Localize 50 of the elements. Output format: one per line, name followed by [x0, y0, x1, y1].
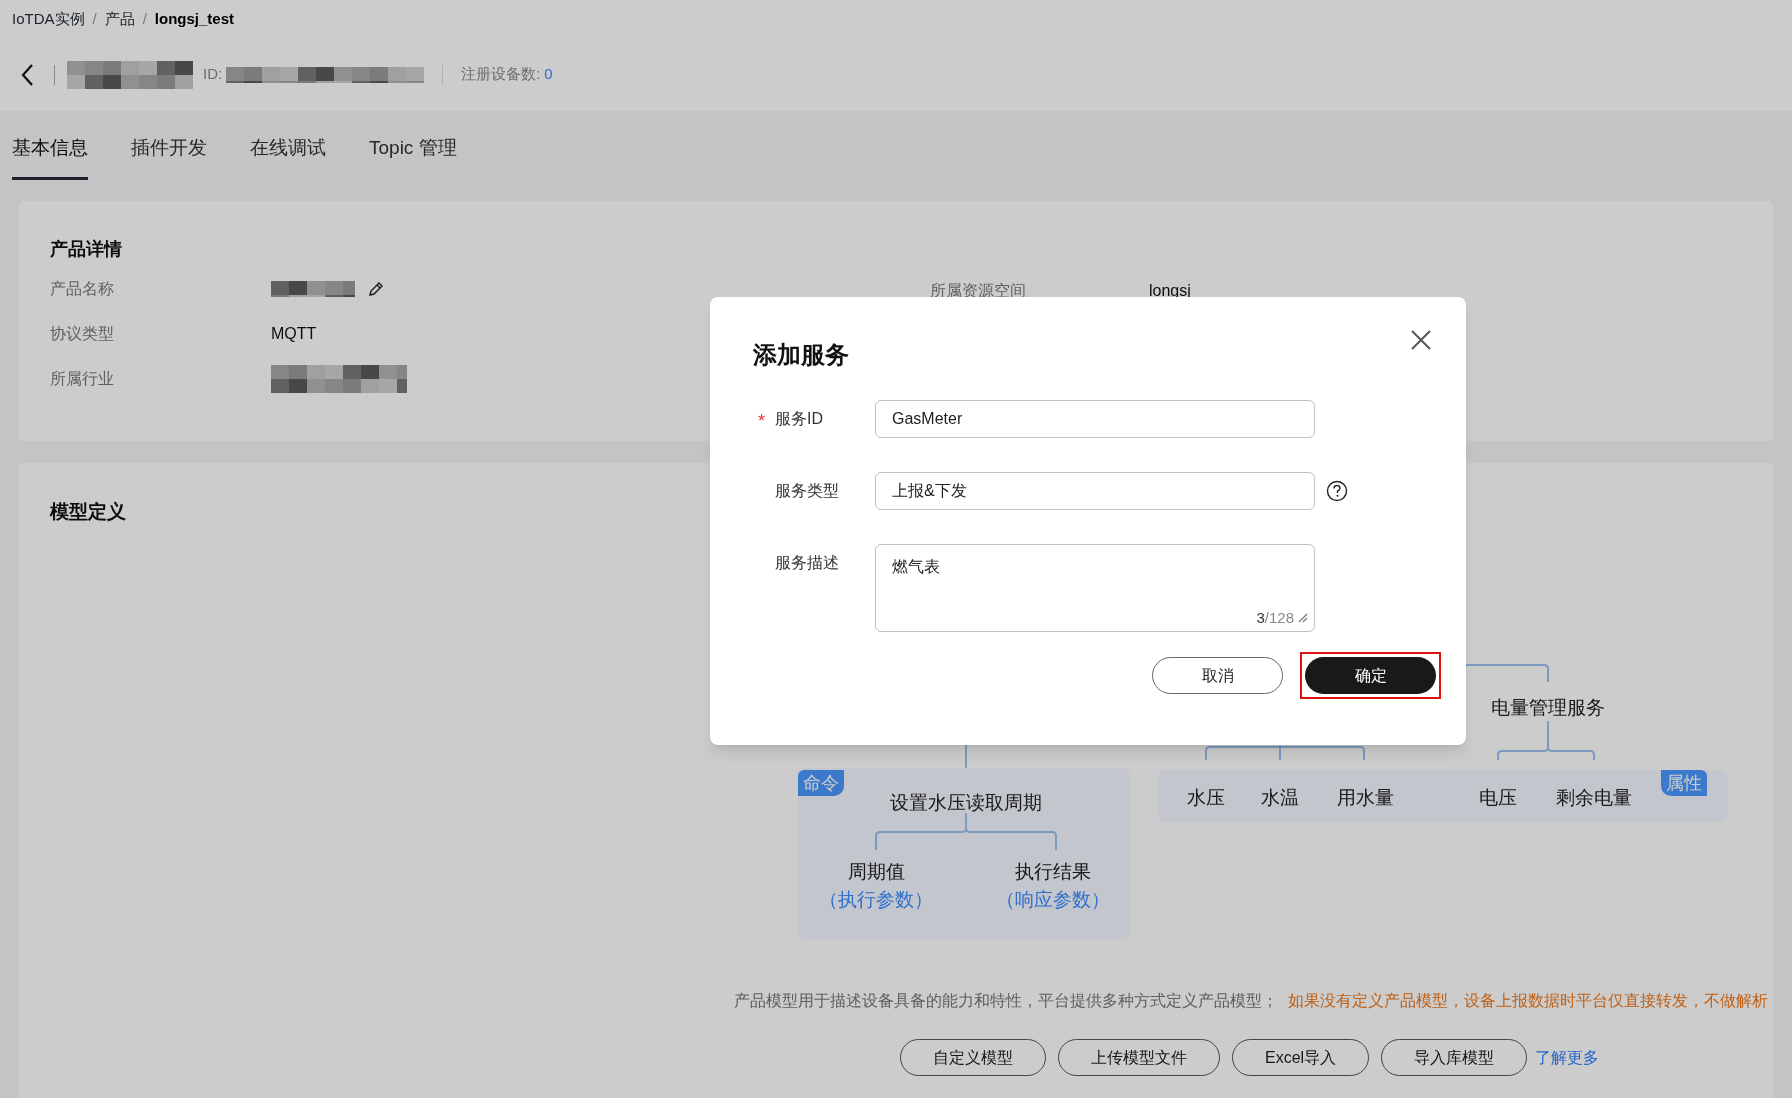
property-item: 用水量	[1336, 786, 1394, 810]
tab[interactable]: Topic 管理	[369, 133, 457, 180]
property-item: 水压	[1187, 786, 1225, 810]
breadcrumb-item: longsj_test	[154, 8, 235, 29]
back-icon[interactable]	[20, 62, 34, 87]
service-name: 电量管理服务	[1491, 696, 1605, 720]
command-name: 设置水压读取周期	[890, 791, 1042, 815]
property-item: 水温	[1261, 786, 1299, 810]
tab[interactable]: 插件开发	[131, 133, 207, 180]
text-input[interactable]: 上报&下发	[875, 472, 1315, 510]
field-label: 服务ID	[775, 409, 823, 429]
breadcrumb-item[interactable]: 产品	[104, 7, 135, 31]
required-asterisk: *	[758, 409, 766, 433]
param-name: 周期值	[847, 860, 905, 884]
device-count-label: 注册设备数:	[461, 64, 541, 85]
property-item: 电压	[1479, 786, 1517, 810]
section-title: 产品详情	[50, 238, 123, 261]
property-item: 剩余电量	[1556, 786, 1632, 810]
resize-handle-icon[interactable]	[1298, 612, 1308, 623]
textarea-value: 燃气表	[892, 558, 940, 575]
breadcrumb-separator: /	[92, 8, 97, 29]
breadcrumb-item[interactable]: IoTDA实例	[12, 7, 85, 31]
text-input[interactable]: GasMeter	[875, 400, 1315, 438]
edit-icon[interactable]	[367, 280, 385, 298]
model-warning: 如果没有定义产品模型，设备上报数据时平台仅直接转发，不做解析	[1288, 991, 1768, 1011]
field-label: 服务描述	[775, 553, 839, 573]
learn-more-link[interactable]: 了解更多	[1535, 1045, 1600, 1070]
command-tag: 命令	[798, 770, 844, 796]
field-label: 服务类型	[775, 481, 839, 501]
dialog-title: 添加服务	[753, 340, 849, 370]
tab[interactable]: 在线调试	[250, 133, 326, 180]
section-title: 模型定义	[50, 500, 126, 524]
param-name: 执行结果	[1015, 860, 1091, 884]
character-counter: 3/128	[1256, 607, 1294, 628]
field-value: MQTT	[271, 324, 317, 344]
description-textarea[interactable]: 燃气表 3/128	[875, 544, 1315, 632]
field-label: 协议类型	[50, 324, 115, 344]
confirm-button[interactable]: 确定	[1305, 657, 1436, 694]
help-icon[interactable]	[1326, 480, 1348, 502]
id-label: ID:	[203, 64, 223, 85]
property-tag: 属性	[1661, 770, 1707, 796]
field-label: 产品名称	[50, 279, 115, 299]
close-icon[interactable]	[1410, 329, 1432, 351]
param-role: （响应参数）	[996, 888, 1110, 912]
param-role: （执行参数）	[819, 888, 933, 912]
cancel-button[interactable]: 取消	[1152, 657, 1283, 694]
tab[interactable]: 基本信息	[12, 133, 88, 180]
model-description: 产品模型用于描述设备具备的能力和特性，平台提供多种方式定义产品模型；	[734, 991, 1278, 1011]
field-label: 所属行业	[50, 369, 115, 389]
breadcrumb-separator: /	[142, 8, 147, 29]
